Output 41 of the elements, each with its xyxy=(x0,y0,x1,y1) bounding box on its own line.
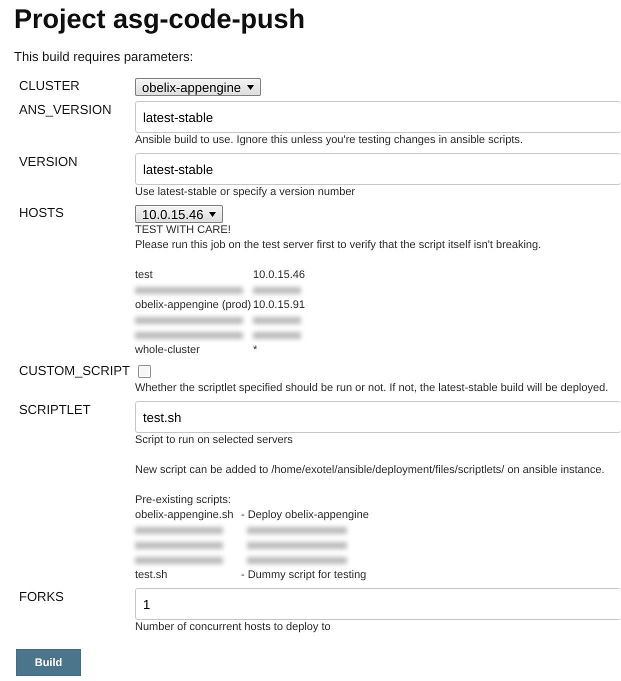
text-field[interactable]: latest-stable xyxy=(135,101,621,133)
help-text: New script can be added to /home/exotel/ansible/deployment/files/scriptlets/ on ansible instance. xyxy=(135,463,605,478)
help-text: Number of concurrent hosts to deploy to xyxy=(135,620,331,635)
parameter-label: HOSTS xyxy=(19,205,65,222)
dropdown[interactable]: 10.0.15.46 xyxy=(135,205,224,223)
host-name: obelix-appengine (prod) xyxy=(135,298,252,313)
host-name: test xyxy=(135,268,154,283)
parameter-label: SCRIPTLET xyxy=(19,401,92,419)
dropdown[interactable]: obelix-appengine xyxy=(135,78,262,96)
help-text: TEST WITH CARE! xyxy=(135,223,231,238)
parameter-label: ANS_VERSION xyxy=(19,101,112,119)
host-address: 10.0.15.46 xyxy=(253,268,305,283)
text-field[interactable]: 1 xyxy=(135,588,621,620)
script-description: - Dummy script for testing xyxy=(241,568,366,583)
parameter-label: VERSION xyxy=(19,153,79,171)
caret-icon xyxy=(247,84,254,90)
script-name: test.sh xyxy=(135,568,168,583)
script-name: obelix-appengine.sh xyxy=(135,508,234,523)
host-address: * xyxy=(253,343,258,358)
blurred-text xyxy=(253,332,301,339)
text-field[interactable]: test.sh xyxy=(135,401,621,433)
intro-text: This build requires parameters: xyxy=(14,49,194,64)
parameter-label: FORKS xyxy=(19,588,65,606)
help-text: Ansible build to use. Ignore this unless you're testing changes in ansible scripts. xyxy=(135,133,523,148)
script-description: - Deploy obelix-appengine xyxy=(241,508,369,523)
host-name: whole-cluster xyxy=(135,343,201,358)
help-text: Please run this job on the test server first to verify that the script itself isn't breaking. xyxy=(135,238,542,253)
help-text: Script to run on selected servers xyxy=(135,433,293,448)
blurred-text xyxy=(253,317,301,324)
parameter-label: CUSTOM_SCRIPT xyxy=(19,363,131,380)
parameter-label: CLUSTER xyxy=(19,78,81,95)
blurred-text xyxy=(253,287,301,294)
help-text: Pre-existing scripts: xyxy=(135,493,231,508)
build-button[interactable]: Build xyxy=(16,649,81,676)
help-text: Use latest-stable or specify a version number xyxy=(135,185,356,200)
text-field[interactable]: latest-stable xyxy=(135,153,621,185)
caret-icon xyxy=(209,212,216,216)
checkbox[interactable] xyxy=(138,365,151,378)
host-address: 10.0.15.91 xyxy=(253,298,305,313)
help-text: Whether the scriptlet specified should be run or not. If not, the latest-stable build will be deployed. xyxy=(135,381,608,396)
page-title: Project asg-code-push xyxy=(14,4,306,35)
